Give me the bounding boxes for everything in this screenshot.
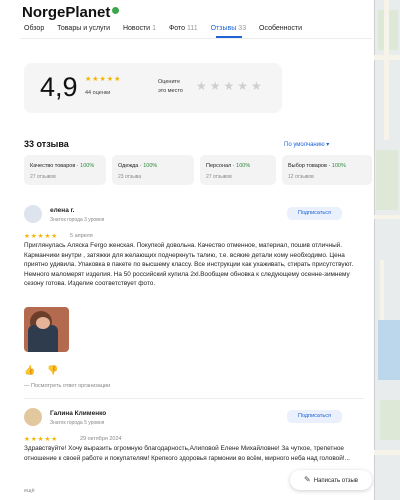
- aspect-chip-selection[interactable]: Выбор товаров · 100% 12 отзывов: [282, 155, 372, 185]
- subscribe-button[interactable]: Подписаться: [287, 207, 342, 220]
- author-badge: Знаток города 3 уровня: [50, 217, 105, 223]
- review-stars: ★★★★★: [24, 233, 59, 240]
- avatar[interactable]: [24, 408, 42, 426]
- verified-icon: [112, 7, 120, 14]
- review-date: 29 октября 2024: [80, 436, 122, 442]
- review-text: Здравствуйте! Хочу выразить огромную бла…: [24, 445, 350, 462]
- tab-reviews[interactable]: Отзывы 33: [211, 25, 246, 32]
- review-photo[interactable]: [24, 307, 69, 352]
- rate-prompt: Оцените это место: [158, 79, 183, 94]
- place-title: NorgePlanet: [22, 4, 120, 21]
- review-author[interactable]: елена г.: [50, 207, 74, 214]
- sort-dropdown[interactable]: По умолчанию ▾: [284, 141, 329, 148]
- average-rating: 4,9: [40, 72, 78, 102]
- aspect-chip-clothing[interactable]: Одежда · 100% 23 отзыва: [112, 155, 194, 185]
- review-text: Приглянулась Аляска Fergo женская. Покуп…: [24, 242, 354, 288]
- reviews-count-heading: 33 отзыва: [24, 139, 69, 149]
- aspect-filters: Качество товаров · 100% 27 отзывов Одежд…: [24, 155, 374, 187]
- tab-overview[interactable]: Обзор: [24, 25, 44, 32]
- review-item: елена г. Знаток города 3 уровня Подписат…: [24, 205, 364, 395]
- avatar[interactable]: [24, 205, 42, 223]
- ratings-count: 44 оценки: [85, 90, 111, 96]
- place-panel: NorgePlanet Обзор Товары и услуги Новост…: [0, 0, 374, 500]
- thumbs-up-icon[interactable]: 👍: [24, 365, 35, 375]
- review-reactions: 👍 👎: [24, 365, 70, 376]
- review-stars: ★★★★★: [24, 436, 59, 443]
- review-author[interactable]: Галина Клименко: [50, 410, 106, 417]
- rating-summary-card: 4,9 ★★★★★ 44 оценки Оцените это место ★★…: [24, 63, 282, 113]
- tabs-divider: [20, 38, 372, 39]
- average-stars: ★★★★★: [85, 76, 122, 83]
- map-view[interactable]: [374, 0, 400, 500]
- place-name: NorgePlanet: [22, 4, 111, 21]
- tab-news[interactable]: Новости 1: [123, 25, 156, 32]
- owner-response-link[interactable]: — Посмотреть ответ организации: [24, 383, 110, 389]
- subscribe-button[interactable]: Подписаться: [287, 410, 342, 423]
- write-review-button[interactable]: ✎ Написать отзыв: [290, 470, 372, 490]
- author-badge: Знаток города 5 уровня: [50, 420, 105, 426]
- show-more-link[interactable]: ещё: [24, 488, 35, 494]
- rate-stars-input[interactable]: ★★★★★: [196, 79, 265, 93]
- aspect-chip-staff[interactable]: Персонал · 100% 27 отзывов: [200, 155, 276, 185]
- review-date: 5 апреля: [70, 233, 93, 239]
- review-divider: [24, 398, 364, 399]
- tab-goods-services[interactable]: Товары и услуги: [57, 25, 110, 32]
- tab-features[interactable]: Особенности: [259, 25, 302, 32]
- pencil-icon: ✎: [304, 475, 311, 484]
- thumbs-down-icon[interactable]: 👎: [47, 365, 58, 375]
- aspect-chip-quality[interactable]: Качество товаров · 100% 27 отзывов: [24, 155, 106, 185]
- tab-bar: Обзор Товары и услуги Новости 1 Фото 111 О…: [24, 25, 313, 32]
- tab-photos[interactable]: Фото 111: [169, 25, 198, 32]
